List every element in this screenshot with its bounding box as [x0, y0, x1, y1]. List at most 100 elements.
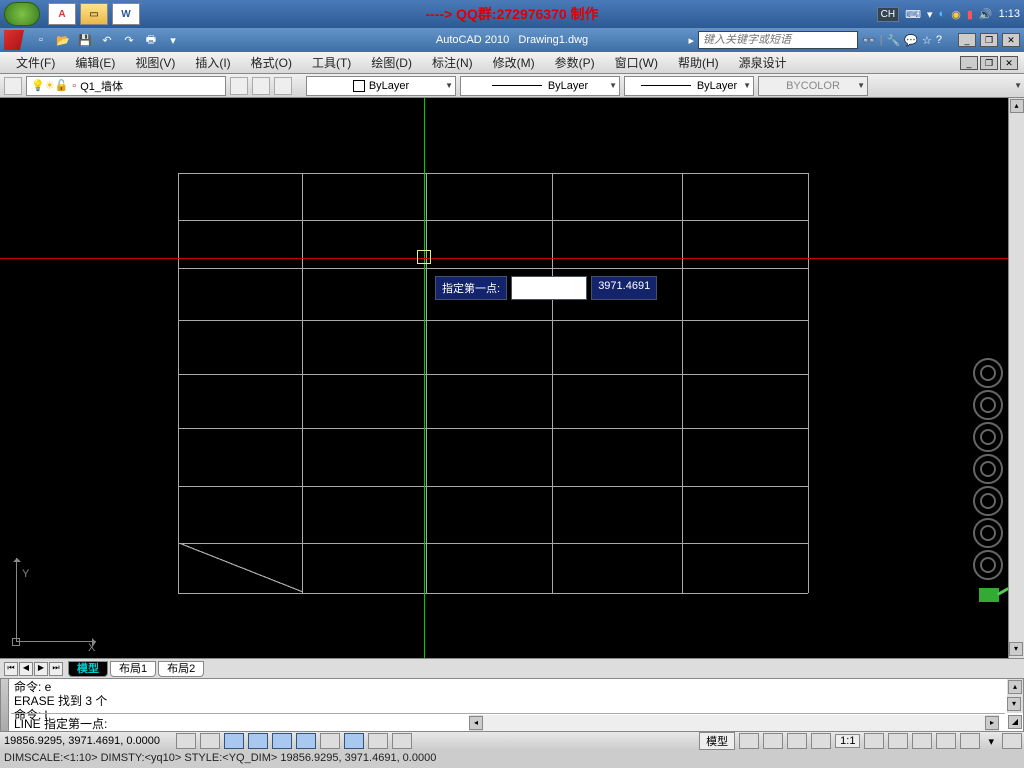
workspace-switch-icon[interactable]	[912, 733, 932, 749]
nav-wheel-6[interactable]	[973, 518, 1003, 548]
menu-yuanquan[interactable]: 源泉设计	[729, 54, 797, 71]
scroll-down-button[interactable]: ▾	[1009, 642, 1023, 656]
cmd-scrollbar-v[interactable]: ▴ ▾	[1007, 679, 1023, 713]
lwt-toggle[interactable]	[368, 733, 388, 749]
menu-edit[interactable]: 编辑(E)	[65, 54, 125, 71]
search-binoculars-icon[interactable]: 👓	[862, 34, 876, 47]
clock[interactable]: 1:13	[999, 8, 1020, 20]
help-search-input[interactable]	[698, 31, 858, 49]
layer-properties-icon[interactable]	[4, 77, 22, 95]
lineweight-dropdown[interactable]: ByLayer ▼	[624, 76, 754, 96]
tab-first-button[interactable]: ⏮	[4, 662, 18, 676]
qat-print-icon[interactable]: 🖶	[142, 31, 160, 49]
menu-view[interactable]: 视图(V)	[125, 54, 185, 71]
color-dropdown[interactable]: ByLayer ▼	[306, 76, 456, 96]
nav-wheel-7[interactable]	[973, 550, 1003, 580]
menu-file[interactable]: 文件(F)	[6, 54, 65, 71]
qat-new-icon[interactable]: ▫	[32, 31, 50, 49]
cmd-scroll-right[interactable]: ▸	[985, 716, 999, 730]
ortho-toggle[interactable]	[224, 733, 244, 749]
status-tool-1[interactable]	[739, 733, 759, 749]
status-tool-4[interactable]	[888, 733, 908, 749]
snap-toggle[interactable]	[176, 733, 196, 749]
cmd-scroll-down[interactable]: ▾	[1007, 697, 1021, 711]
tab-prev-button[interactable]: ◀	[19, 662, 33, 676]
tray-expand-icon[interactable]: ▾	[927, 8, 933, 21]
menu-format[interactable]: 格式(O)	[241, 54, 302, 71]
qat-dropdown-icon[interactable]: ▾	[164, 31, 182, 49]
coord-display[interactable]: 19856.9295, 3971.4691, 0.0000	[2, 735, 172, 747]
command-window-handle[interactable]	[1, 679, 9, 731]
scroll-up-button[interactable]: ▴	[1010, 99, 1024, 113]
quicklaunch-word[interactable]: W	[112, 3, 140, 25]
tray-icon-2[interactable]: ◉	[951, 8, 961, 21]
tab-next-button[interactable]: ▶	[34, 662, 48, 676]
menu-tools[interactable]: 工具(T)	[302, 54, 361, 71]
volume-icon[interactable]: 🔊	[979, 8, 993, 21]
dyn-x-field[interactable]: 19856.9295	[511, 276, 587, 300]
otrack-toggle[interactable]	[296, 733, 316, 749]
tool-wrench-icon[interactable]: 🔧	[887, 34, 901, 47]
menu-draw[interactable]: 绘图(D)	[361, 54, 422, 71]
cmd-scrollbar-h[interactable]: ◂ ▸	[469, 715, 999, 731]
ducs-toggle[interactable]	[320, 733, 340, 749]
osnap-toggle[interactable]	[272, 733, 292, 749]
tab-layout1[interactable]: 布局1	[110, 661, 156, 677]
vertical-scrollbar[interactable]: ▴ ▾	[1008, 98, 1024, 658]
menu-window[interactable]: 窗口(W)	[605, 54, 668, 71]
dyn-y-field[interactable]: 3971.4691	[591, 276, 657, 300]
quicklaunch-autocad[interactable]: A	[48, 3, 76, 25]
app-logo[interactable]	[4, 30, 24, 50]
qat-save-icon[interactable]: 💾	[76, 31, 94, 49]
ime-indicator[interactable]: CH	[877, 7, 899, 22]
doc-close-button[interactable]: ✕	[1000, 56, 1018, 70]
doc-minimize-button[interactable]: _	[960, 56, 978, 70]
menu-help[interactable]: 帮助(H)	[668, 54, 729, 71]
linetype-dropdown[interactable]: ByLayer ▼	[460, 76, 620, 96]
menu-modify[interactable]: 修改(M)	[483, 54, 545, 71]
quicklaunch-explorer[interactable]: ▭	[80, 3, 108, 25]
help-icon[interactable]: ?	[936, 34, 942, 46]
status-lock-icon[interactable]	[936, 733, 956, 749]
favorites-star-icon[interactable]: ☆	[922, 34, 932, 47]
layer-iso-icon[interactable]	[252, 77, 270, 95]
nav-wheel-4[interactable]	[973, 454, 1003, 484]
status-tool-5[interactable]	[960, 733, 980, 749]
status-expand-icon[interactable]: ▾	[984, 735, 998, 748]
tab-model[interactable]: 模型	[68, 661, 108, 677]
menu-parametric[interactable]: 参数(P)	[545, 54, 605, 71]
window-minimize-button[interactable]: _	[958, 33, 976, 47]
tray-icon-1[interactable]: ◐	[939, 8, 946, 20]
window-restore-button[interactable]: ❐	[980, 33, 998, 47]
qat-open-icon[interactable]: 📂	[54, 31, 72, 49]
clean-screen-icon[interactable]	[1002, 733, 1022, 749]
layer-prev-icon[interactable]	[274, 77, 292, 95]
layer-states-icon[interactable]	[230, 77, 248, 95]
window-close-button[interactable]: ✕	[1002, 33, 1020, 47]
tray-icon-power[interactable]: ▮	[967, 8, 973, 21]
qat-undo-icon[interactable]: ↶	[98, 31, 116, 49]
menu-dimension[interactable]: 标注(N)	[422, 54, 483, 71]
qp-toggle[interactable]	[392, 733, 412, 749]
status-annoscale-icon[interactable]	[811, 733, 831, 749]
start-button[interactable]	[4, 2, 40, 26]
drawing-canvas[interactable]: 指定第一点: 19856.9295 3971.4691 Y X	[0, 98, 1008, 658]
grid-toggle[interactable]	[200, 733, 220, 749]
tab-last-button[interactable]: ⏭	[49, 662, 63, 676]
qat-redo-icon[interactable]: ↷	[120, 31, 138, 49]
comm-center-icon[interactable]: 💬	[904, 34, 918, 47]
tab-layout2[interactable]: 布局2	[158, 661, 204, 677]
cmd-scroll-left[interactable]: ◂	[469, 716, 483, 730]
cmd-resize-grip[interactable]: ◢	[1008, 715, 1022, 729]
layer-dropdown[interactable]: 💡 ☀ 🔓 ▫ Q1_墙体 ▼	[26, 76, 226, 96]
annotation-scale[interactable]: 1:1	[835, 734, 860, 748]
doc-restore-button[interactable]: ❐	[980, 56, 998, 70]
annotation-pen-icon[interactable]	[979, 588, 999, 602]
cmd-scroll-up[interactable]: ▴	[1008, 680, 1022, 694]
infocenter-arrow-icon[interactable]: ▸	[689, 34, 695, 47]
nav-wheel-5[interactable]	[973, 486, 1003, 516]
nav-wheel-3[interactable]	[973, 422, 1003, 452]
status-anno-icon[interactable]	[787, 733, 807, 749]
dyn-toggle[interactable]	[344, 733, 364, 749]
keyboard-icon[interactable]: ⌨	[905, 8, 921, 21]
